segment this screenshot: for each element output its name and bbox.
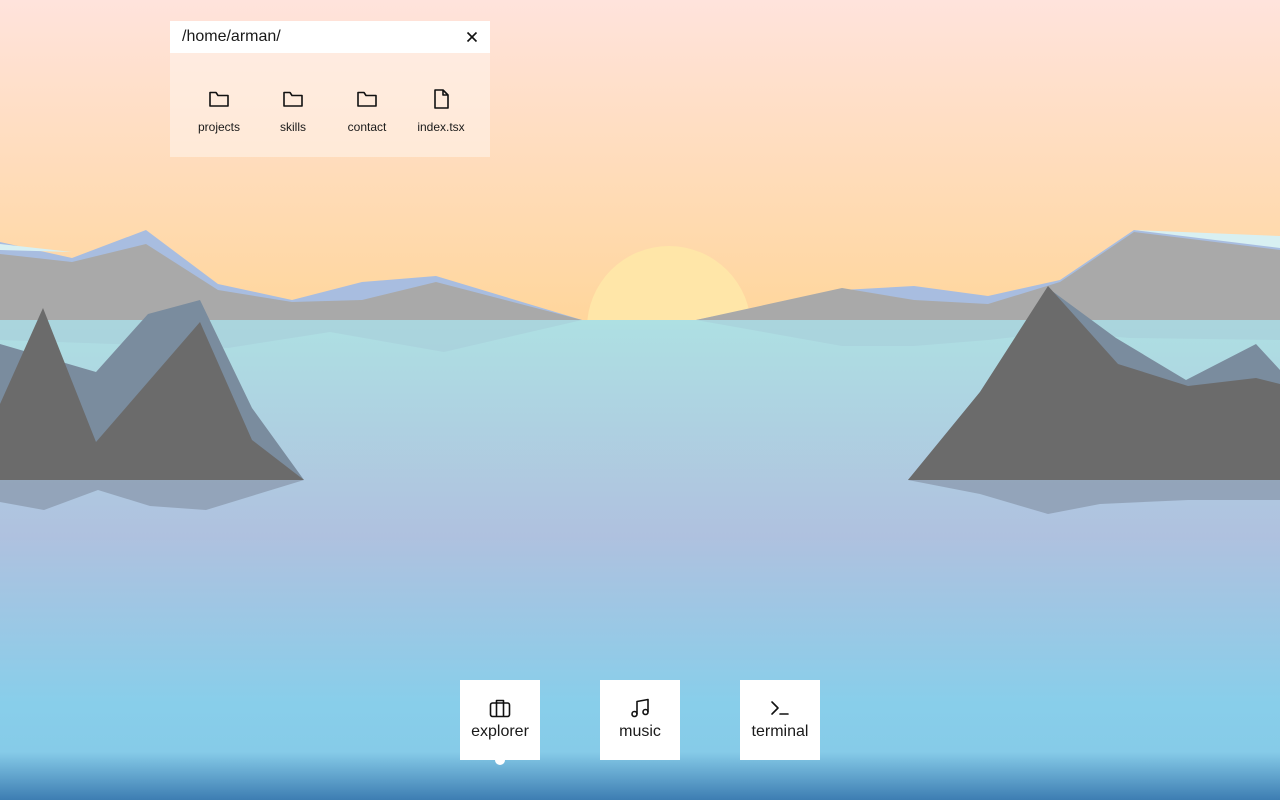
explorer-item-skills[interactable]: skills: [256, 87, 330, 134]
explorer-content: projects skills contact index.tsx: [170, 53, 490, 157]
file-icon: [434, 89, 449, 109]
running-indicator: [495, 755, 505, 765]
explorer-path: /home/arman/: [182, 28, 281, 45]
desktop: /home/arman/ projects skills contact ind…: [0, 0, 1280, 800]
close-icon: [466, 31, 478, 43]
explorer-item-label: contact: [347, 120, 387, 134]
explorer-window: /home/arman/ projects skills contact ind…: [170, 21, 490, 157]
explorer-item-label: index.tsx: [417, 120, 465, 134]
explorer-titlebar[interactable]: /home/arman/: [170, 21, 490, 53]
folder-icon: [283, 91, 303, 107]
dock-item-label: terminal: [751, 723, 809, 740]
briefcase-icon: [489, 699, 511, 718]
explorer-item-label: skills: [280, 120, 306, 134]
close-button[interactable]: [462, 27, 482, 47]
music-note-icon: [631, 698, 649, 718]
explorer-item-contact[interactable]: contact: [330, 87, 404, 134]
dock-item-terminal[interactable]: terminal: [740, 680, 820, 760]
explorer-item-index-tsx[interactable]: index.tsx: [404, 87, 478, 134]
folder-icon: [209, 91, 229, 107]
explorer-item-label: projects: [197, 120, 241, 134]
dock-item-label: music: [619, 723, 661, 740]
terminal-icon: [771, 701, 789, 715]
folder-icon: [357, 91, 377, 107]
dock-item-music[interactable]: music: [600, 680, 680, 760]
dock-item-label: explorer: [471, 723, 529, 740]
explorer-item-projects[interactable]: projects: [182, 87, 256, 134]
dock-item-explorer[interactable]: explorer: [460, 680, 540, 760]
